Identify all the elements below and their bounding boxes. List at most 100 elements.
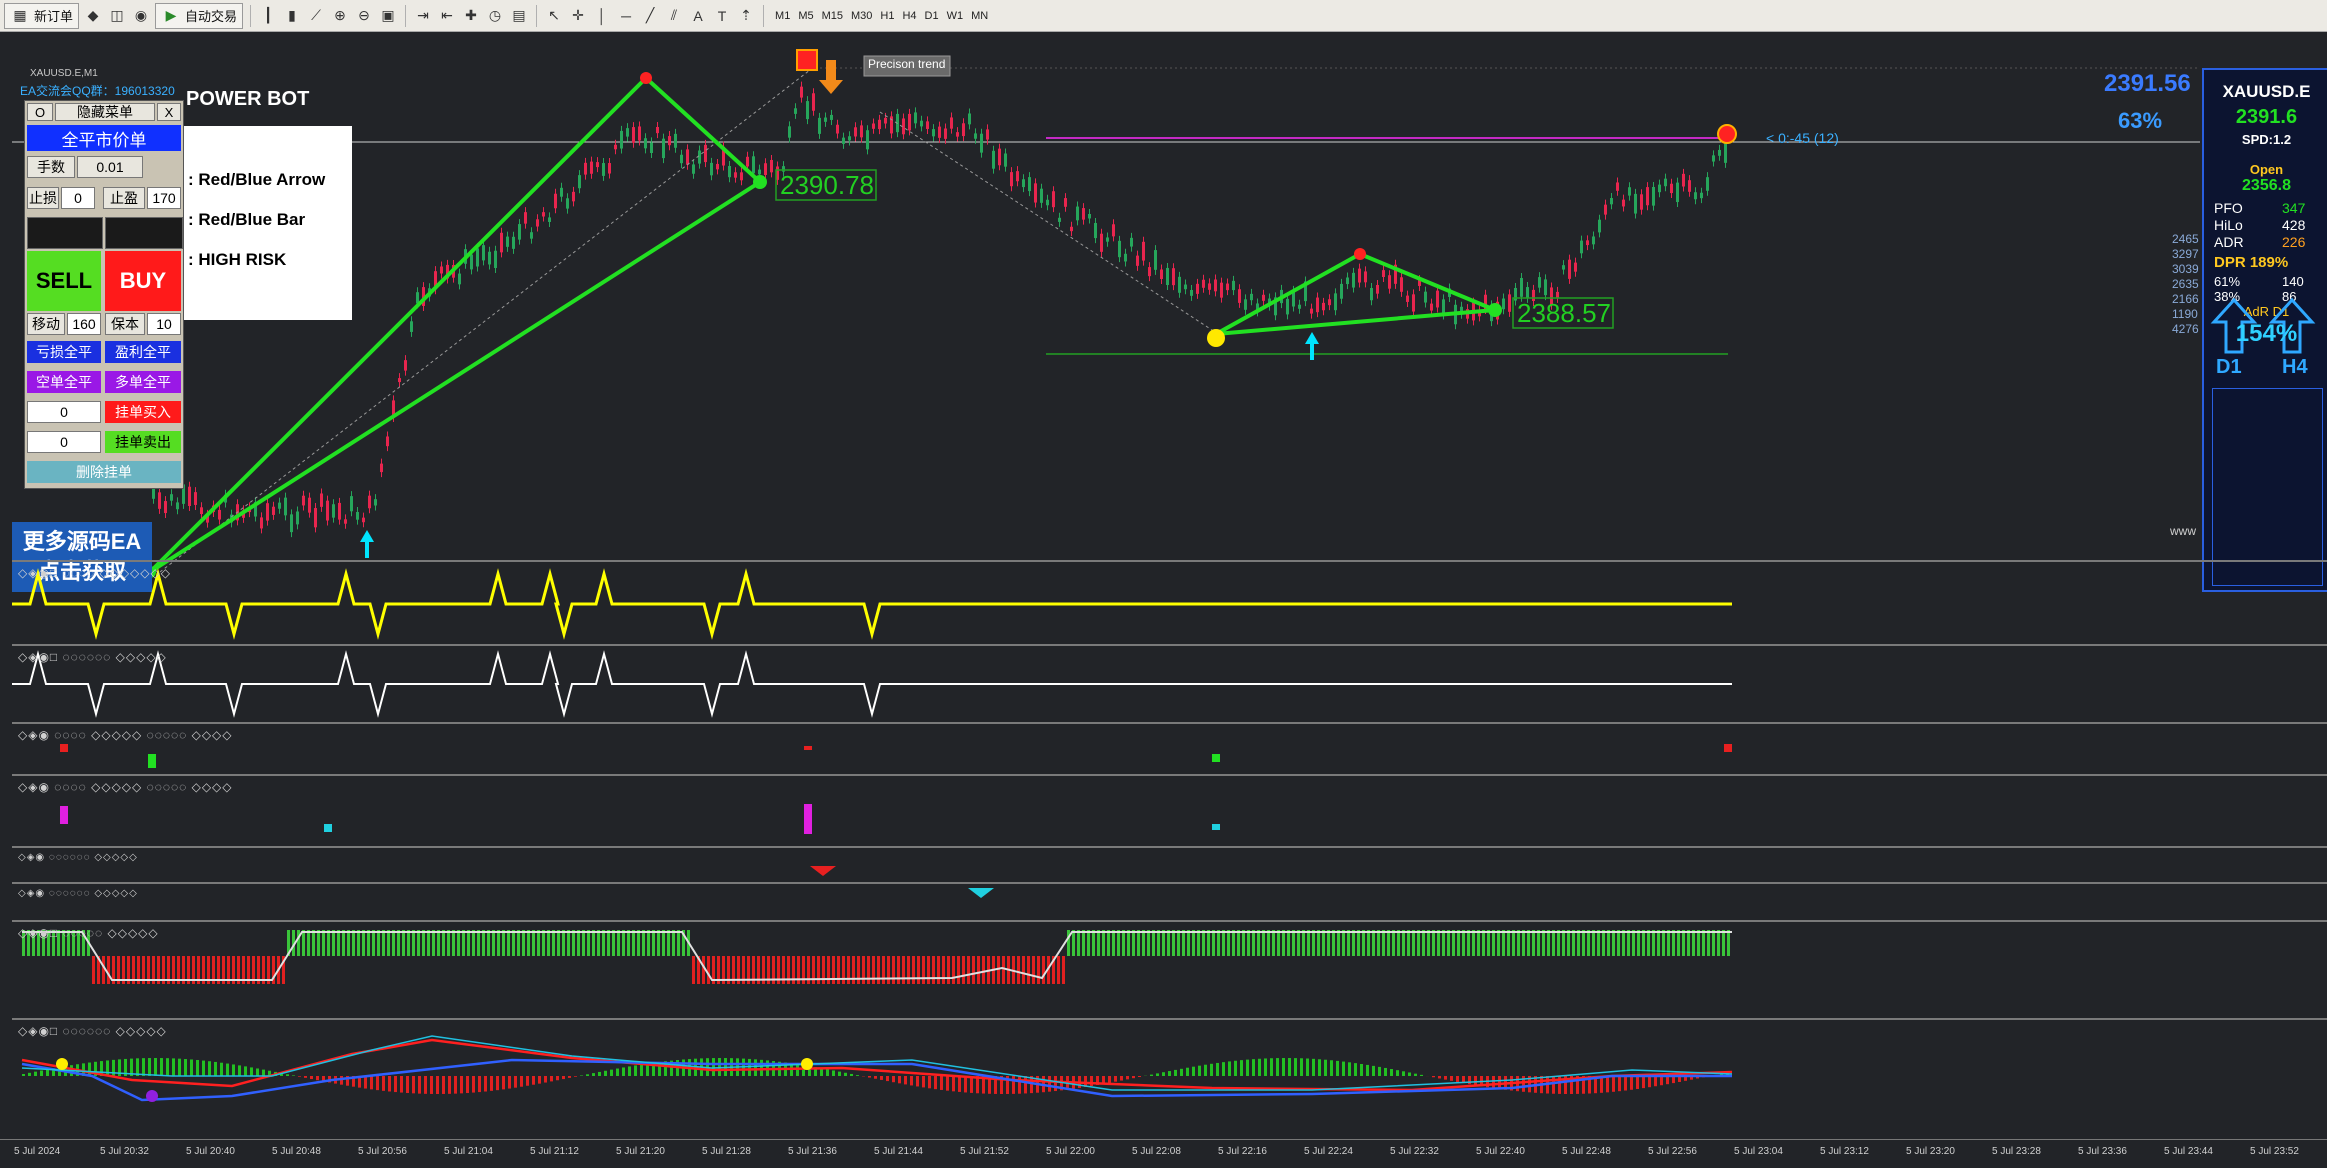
indicator-window-1[interactable]: ◇◈◉□ ◌◌◌◌ ◇◇◇◇◇◇◇ <box>12 560 2327 644</box>
histogram-bar <box>1727 930 1730 956</box>
timeframe-mn[interactable]: MN <box>967 5 992 27</box>
macd-bar <box>202 1061 205 1076</box>
right-number: 3039 <box>2172 262 2199 277</box>
macd-bar <box>1420 1075 1423 1076</box>
indicator-window-5[interactable]: ◇◈◉ ◌◌◌◌◌◌ ◇◇◇◇◇ <box>12 846 2327 882</box>
tp-input[interactable]: 170 <box>147 187 181 209</box>
chart-shift-icon[interactable]: ⇤ <box>437 6 457 26</box>
right-number: 2166 <box>2172 292 2199 307</box>
pending-sell-button[interactable]: 挂单卖出 <box>105 431 181 453</box>
histogram-bar <box>102 956 105 984</box>
timeframe-w1[interactable]: W1 <box>943 5 968 27</box>
lot-input[interactable]: 0.01 <box>77 156 143 178</box>
close-buy-button[interactable]: 多单全平 <box>105 371 181 393</box>
timeframe-m1[interactable]: M1 <box>771 5 794 27</box>
macd-bar <box>1384 1068 1387 1076</box>
time-tick: 5 Jul 23:44 <box>2164 1146 2213 1157</box>
histogram-bar <box>1192 930 1195 956</box>
indicator-window-7[interactable]: ◇◈◉□ ◌◌◌◌◌ ◇◇◇◇◇ <box>12 920 2327 1018</box>
info-row-label: PFO <box>2214 200 2243 216</box>
vertical-line-icon[interactable]: │ <box>592 6 612 26</box>
macd-bar <box>196 1060 199 1076</box>
timeframe-m5[interactable]: M5 <box>794 5 817 27</box>
macd-bar <box>832 1070 835 1076</box>
candle-chart-icon[interactable]: ▮ <box>282 6 302 26</box>
histogram-bar <box>667 930 670 956</box>
cursor-icon[interactable]: ↖ <box>544 6 564 26</box>
macd-bar <box>1288 1058 1291 1076</box>
pending-buy-input[interactable]: 0 <box>27 401 101 423</box>
line-chart-icon[interactable]: ⟋ <box>306 6 326 26</box>
channel-icon[interactable]: ⫽ <box>664 6 684 26</box>
periods-icon[interactable]: ◷ <box>485 6 505 26</box>
new-order-button[interactable]: ▦新订单 <box>4 3 79 29</box>
indicator-1-canvas <box>12 562 2327 644</box>
chart-area[interactable]: XAUUSD.E,M1 EA交流会QQ群：196013320 POWER BOT… <box>0 32 2327 1135</box>
histogram-bar <box>1292 930 1295 956</box>
histogram-bar <box>1572 930 1575 956</box>
macd-bar <box>898 1076 901 1083</box>
indicator-window-8[interactable]: ◇◈◉□ ◌◌◌◌◌◌ ◇◇◇◇◇ <box>12 1018 2327 1140</box>
histogram-bar <box>1677 930 1680 956</box>
close-sell-button[interactable]: 空单全平 <box>27 371 101 393</box>
indicator-window-2[interactable]: ◇◈◉□ ◌◌◌◌◌◌ ◇◇◇◇◇ <box>12 644 2327 722</box>
sell-button[interactable]: SELL <box>27 251 101 311</box>
separator <box>405 5 406 27</box>
histogram-bar <box>1592 930 1595 956</box>
horizontal-line-icon[interactable]: ─ <box>616 6 636 26</box>
strategy-icon[interactable]: ◆ <box>83 6 103 26</box>
histogram-bar <box>357 930 360 956</box>
templates-icon[interactable]: ▤ <box>509 6 529 26</box>
precision-trend-label: Precison trend <box>868 57 945 71</box>
pending-buy-button[interactable]: 挂单买入 <box>105 401 181 423</box>
text-icon[interactable]: A <box>688 6 708 26</box>
macd-bar <box>874 1076 877 1079</box>
histogram-bar <box>1182 930 1185 956</box>
sl-input[interactable]: 0 <box>61 187 95 209</box>
peak-dot <box>1718 125 1736 143</box>
macd-bar <box>1204 1065 1207 1076</box>
zoom-out-icon[interactable]: ⊖ <box>354 6 374 26</box>
text-label-icon[interactable]: T <box>712 6 732 26</box>
indicator-window-6[interactable]: ◇◈◉ ◌◌◌◌◌◌ ◇◇◇◇◇ <box>12 882 2327 920</box>
autoscroll-icon[interactable]: ⇥ <box>413 6 433 26</box>
indicators-icon[interactable]: ✚ <box>461 6 481 26</box>
tile-windows-icon[interactable]: ▣ <box>378 6 398 26</box>
timeframe-h1[interactable]: H1 <box>876 5 898 27</box>
pending-sell-input[interactable]: 0 <box>27 431 101 453</box>
panel-close-button[interactable]: X <box>157 103 181 121</box>
histogram-bar <box>1142 930 1145 956</box>
crosshair-icon[interactable]: ✛ <box>568 6 588 26</box>
delete-pending-button[interactable]: 删除挂单 <box>27 461 181 483</box>
timeframe-d1[interactable]: D1 <box>921 5 943 27</box>
trendline-icon[interactable]: ╱ <box>640 6 660 26</box>
hide-menu-button[interactable]: 隐藏菜单 <box>55 103 155 121</box>
auto-trade-button[interactable]: ▶自动交易 <box>155 3 243 29</box>
arrows-icon[interactable]: ⇡ <box>736 6 756 26</box>
timeframe-m30[interactable]: M30 <box>847 5 876 27</box>
zoom-in-icon[interactable]: ⊕ <box>330 6 350 26</box>
macd-bar <box>484 1076 487 1092</box>
market-watch-icon[interactable]: ◉ <box>131 6 151 26</box>
bar-chart-icon[interactable]: ┃ <box>258 6 278 26</box>
timeframe-m15[interactable]: M15 <box>818 5 847 27</box>
close-all-market-button[interactable]: 全平市价单 <box>27 125 181 151</box>
close-loss-button[interactable]: 亏损全平 <box>27 341 101 363</box>
histogram-bar <box>387 930 390 956</box>
indicator-window-4[interactable]: ◇◈◉ ◌◌◌◌ ◇◇◇◇◇ ◌◌◌◌◌ ◇◇◇◇ <box>12 774 2327 846</box>
macd-bar <box>886 1076 889 1081</box>
sl-label: 止损 <box>27 187 59 209</box>
histogram-bar <box>1187 930 1190 956</box>
trail-input[interactable]: 160 <box>67 313 101 335</box>
histogram-bar <box>1117 930 1120 956</box>
breakeven-input[interactable]: 10 <box>147 313 181 335</box>
macd-bar <box>1648 1076 1651 1087</box>
history-icon[interactable]: ◫ <box>107 6 127 26</box>
buy-button[interactable]: BUY <box>105 251 181 311</box>
indicator-window-3[interactable]: ◇◈◉ ◌◌◌◌ ◇◇◇◇◇ ◌◌◌◌◌ ◇◇◇◇ <box>12 722 2327 774</box>
histogram-bar <box>297 930 300 956</box>
panel-o-button[interactable]: O <box>27 103 53 121</box>
histogram-bar <box>417 930 420 956</box>
close-profit-button[interactable]: 盈利全平 <box>105 341 181 363</box>
timeframe-h4[interactable]: H4 <box>898 5 920 27</box>
